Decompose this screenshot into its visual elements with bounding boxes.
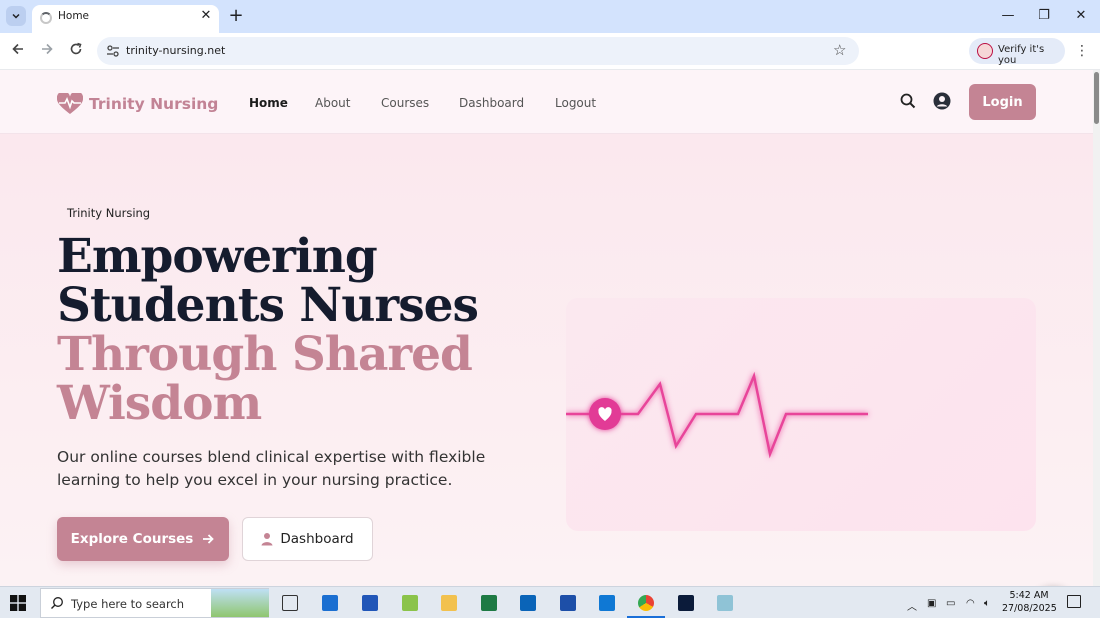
page-scrollbar[interactable]: [1093, 70, 1100, 586]
nav-home[interactable]: Home: [249, 96, 288, 110]
headline-line-3: Through Shared: [57, 327, 473, 382]
explore-courses-button[interactable]: Explore Courses: [57, 517, 229, 561]
tab-close-icon[interactable]: ✕: [198, 8, 214, 24]
loading-spinner-icon: [40, 12, 52, 24]
taskbar-search-box[interactable]: Type here to search: [40, 588, 269, 618]
reload-icon: [70, 42, 82, 55]
excel-icon[interactable]: [481, 595, 497, 611]
bookmark-star-icon[interactable]: ☆: [833, 41, 846, 59]
verify-label: Verify it's you: [998, 44, 1045, 66]
hero-eyebrow: Trinity Nursing: [67, 206, 151, 220]
windows-start-icon[interactable]: [10, 595, 26, 611]
volume-icon[interactable]: 🔈︎: [984, 598, 990, 609]
site-settings-icon[interactable]: [105, 43, 121, 59]
search-icon: [51, 597, 63, 609]
hero-section: Trinity Nursing Empowering Students Nurs…: [0, 134, 1093, 586]
photoshop-icon[interactable]: [678, 595, 694, 611]
clock-time: 5:42 AM: [1009, 590, 1049, 601]
nav-logout[interactable]: Logout: [555, 96, 596, 110]
site-logo[interactable]: Trinity Nursing: [57, 92, 218, 116]
headline-line-1: Empowering: [57, 229, 378, 284]
tray-app-icon[interactable]: ▣: [927, 598, 936, 609]
profile-avatar: [977, 43, 993, 59]
heartbeat-logo-icon: [57, 93, 83, 114]
ecg-line: [566, 371, 868, 459]
restore-button[interactable]: ❐: [1030, 4, 1058, 28]
hero-headline: Empowering Students Nurses Through Share…: [57, 229, 479, 431]
browser-toolbar: trinity-nursing.net ☆ Verify it's you ⋮: [0, 33, 1100, 92]
nav-dashboard[interactable]: Dashboard: [459, 96, 524, 110]
outlook-icon[interactable]: [520, 595, 536, 611]
store-icon[interactable]: [362, 595, 378, 611]
browser-menu-icon[interactable]: ⋮: [1074, 41, 1090, 61]
taskbar-search-placeholder: Type here to search: [71, 597, 185, 611]
reload-button[interactable]: [66, 41, 86, 61]
forward-button[interactable]: [37, 41, 57, 61]
heart-marker: [589, 398, 621, 430]
brand-name: Trinity Nursing: [89, 95, 219, 113]
headline-line-2: Students Nurses: [57, 278, 479, 333]
back-button[interactable]: [8, 41, 28, 61]
scroll-thumb[interactable]: [1094, 72, 1099, 124]
notifications-icon[interactable]: [1067, 595, 1081, 608]
wifi-icon[interactable]: ◠: [966, 598, 975, 609]
taskbar-clock[interactable]: 5:42 AM 27/08/2025: [1002, 589, 1057, 615]
web-page: Trinity Nursing Home About Courses Dashb…: [0, 70, 1093, 586]
arrow-right-icon: [203, 534, 215, 544]
verify-profile-button[interactable]: Verify it's you: [969, 38, 1065, 66]
nav-about[interactable]: About: [315, 96, 350, 110]
dashboard-button[interactable]: Dashboard: [242, 517, 373, 561]
task-view-icon[interactable]: [282, 595, 298, 611]
tab-title: Home: [58, 10, 90, 22]
app-icon-1[interactable]: [322, 595, 338, 611]
search-icon[interactable]: [899, 92, 917, 110]
chrome-icon[interactable]: [638, 595, 654, 611]
outlook-new-icon[interactable]: [599, 595, 615, 611]
arrow-right-icon: [42, 43, 53, 55]
tray-expand-icon[interactable]: ︿: [907, 598, 917, 613]
browser-tab[interactable]: Home ✕: [32, 5, 219, 33]
tab-search-button[interactable]: [6, 6, 26, 26]
site-header: Trinity Nursing Home About Courses Dashb…: [0, 70, 1093, 134]
battery-icon[interactable]: ▭: [946, 598, 955, 609]
login-button[interactable]: Login: [969, 84, 1036, 120]
dashboard-button-label: Dashboard: [280, 531, 354, 547]
explore-courses-label: Explore Courses: [70, 531, 194, 547]
heartbeat-illustration: [566, 298, 1036, 531]
user-small-icon: [261, 533, 273, 546]
chevron-down-icon: [12, 13, 20, 19]
browser-tab-strip: Home ✕ + — ❐ ✕: [0, 0, 1100, 33]
minimize-button[interactable]: —: [994, 4, 1022, 28]
headline-line-4: Wisdom: [57, 376, 262, 431]
new-tab-button[interactable]: +: [226, 6, 246, 26]
clock-date: 27/08/2025: [1002, 603, 1057, 614]
hero-lead-text: Our online courses blend clinical expert…: [57, 448, 486, 489]
arrow-left-icon: [12, 43, 23, 55]
address-bar[interactable]: trinity-nursing.net ☆: [97, 37, 859, 65]
nav-courses[interactable]: Courses: [381, 96, 429, 110]
user-icon[interactable]: [933, 92, 951, 110]
close-window-button[interactable]: ✕: [1067, 4, 1095, 28]
search-highlight-image: [211, 589, 269, 617]
app-icon-last[interactable]: [717, 595, 733, 611]
word-icon[interactable]: [560, 595, 576, 611]
file-explorer-icon[interactable]: [441, 595, 457, 611]
url-text: trinity-nursing.net: [126, 44, 226, 57]
windows-taskbar: Type here to search ︿ ▣ ▭ ◠ 🔈︎ 5:42 AM 2…: [0, 586, 1100, 618]
app-icon-3[interactable]: [402, 595, 418, 611]
